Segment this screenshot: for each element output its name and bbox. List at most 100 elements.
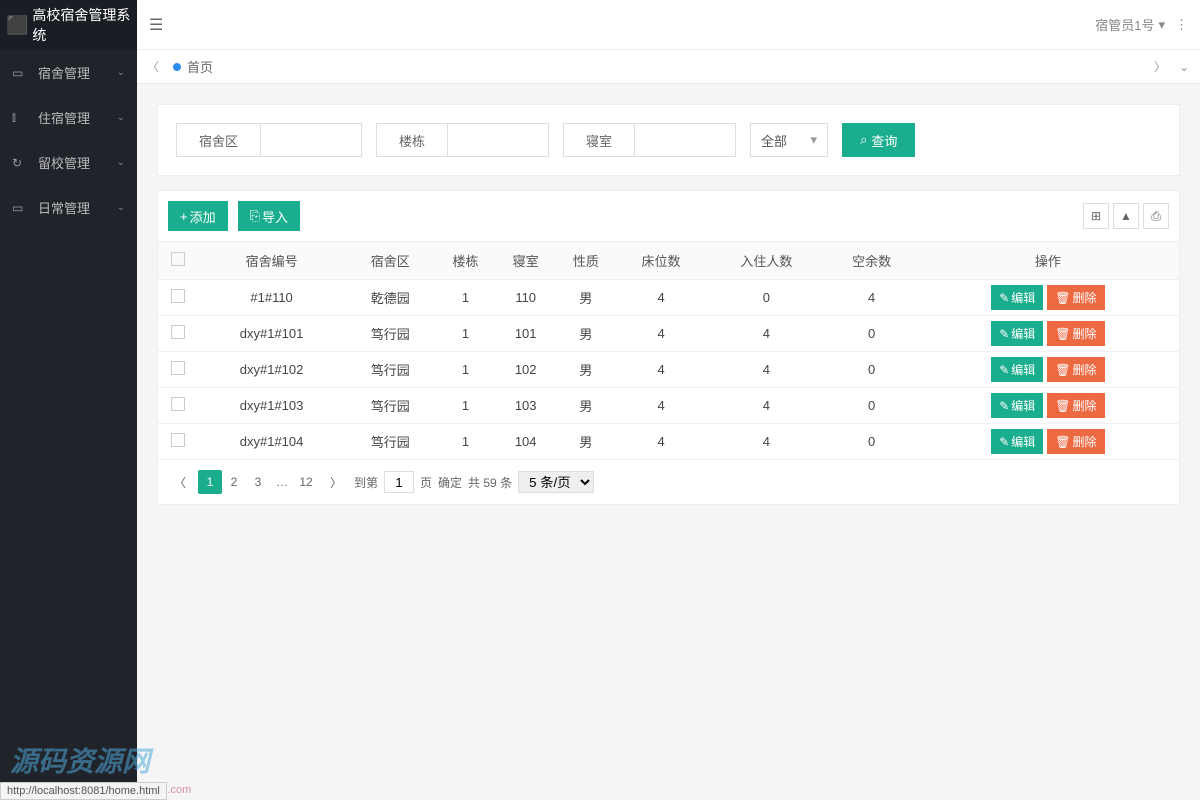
column-header: 操作 [917, 242, 1179, 280]
sidebar-item-1[interactable]: ⫾住宿管理⌄ [0, 95, 137, 140]
tab-next-icon[interactable]: 〉 [1152, 58, 1168, 75]
delete-button[interactable]: 🗑删除 [1047, 429, 1104, 454]
edit-button[interactable]: ✎编辑 [991, 321, 1043, 346]
content: 宿舍区 楼栋 寝室 全部 ⌕ 查询 [137, 84, 1200, 800]
menu-label: 宿舍管理 [38, 63, 90, 82]
cell-id: dxy#1#103 [198, 388, 345, 424]
search-icon: ⌕ [860, 132, 867, 148]
import-button[interactable]: ⎘ 导入 [238, 201, 300, 231]
cell-occupied: 4 [706, 388, 826, 424]
cell-free: 0 [827, 352, 917, 388]
edit-button[interactable]: ✎编辑 [991, 393, 1043, 418]
delete-button[interactable]: 🗑删除 [1047, 285, 1104, 310]
chevron-down-icon: ⌄ [117, 112, 125, 123]
edit-icon: ✎ [999, 399, 1009, 413]
page-next-icon[interactable]: 〉 [324, 470, 348, 494]
cell-nature: 男 [556, 352, 616, 388]
delete-button[interactable]: 🗑删除 [1047, 321, 1104, 346]
user-label: 宿管员1号 [1095, 15, 1154, 34]
column-header: 楼栋 [435, 242, 495, 280]
add-button[interactable]: + 添加 [168, 201, 228, 231]
sidebar-item-0[interactable]: ▭宿舍管理⌄ [0, 50, 137, 95]
cell-nature: 男 [556, 424, 616, 460]
row-checkbox[interactable] [171, 361, 185, 375]
page-number: … [270, 470, 294, 494]
chevron-down-icon: ⌄ [117, 67, 125, 78]
app-logo: ⬛ 高校宿舍管理系统 [0, 0, 137, 50]
search-room-input[interactable] [635, 124, 735, 156]
page-number[interactable]: 2 [222, 470, 246, 494]
page-size-select[interactable]: 5 条/页 [518, 471, 594, 493]
query-button[interactable]: ⌕ 查询 [842, 123, 915, 157]
cell-area: 笃行园 [345, 316, 435, 352]
status-bar: http://localhost:8081/home.html [0, 782, 167, 800]
row-checkbox[interactable] [171, 433, 185, 447]
trash-icon: 🗑 [1055, 435, 1070, 449]
tab-dropdown-icon[interactable]: ⌄ [1176, 58, 1192, 75]
page-number[interactable]: 1 [198, 470, 222, 494]
table-row: #1#110乾德园1110男404✎编辑🗑删除 [158, 280, 1179, 316]
search-building-input[interactable] [448, 124, 548, 156]
edit-button[interactable]: ✎编辑 [991, 285, 1043, 310]
chevron-down-icon: ▾ [1158, 17, 1165, 33]
row-checkbox[interactable] [171, 289, 185, 303]
column-header: 性质 [556, 242, 616, 280]
cell-id: dxy#1#102 [198, 352, 345, 388]
export-icon[interactable]: ▲ [1113, 203, 1139, 229]
pagination: 〈 123…12 〉 到第 页 确定 共 59 条 5 条/页 [158, 460, 1179, 504]
cell-area: 乾德园 [345, 280, 435, 316]
sidebar-item-3[interactable]: ▭日常管理⌄ [0, 185, 137, 230]
user-dropdown[interactable]: 宿管员1号 ▾ [1095, 15, 1165, 34]
menu-label: 住宿管理 [38, 108, 90, 127]
cell-area: 笃行园 [345, 388, 435, 424]
cell-room: 110 [496, 280, 556, 316]
row-checkbox[interactable] [171, 397, 185, 411]
delete-button[interactable]: 🗑删除 [1047, 357, 1104, 382]
columns-icon[interactable]: ⊞ [1083, 203, 1109, 229]
toggle-sidebar-icon[interactable]: ☰ [149, 15, 163, 35]
menu-icon: ▭ [12, 201, 28, 215]
print-icon[interactable]: ⎙ [1143, 203, 1169, 229]
sidebar: ⬛ 高校宿舍管理系统 ▭宿舍管理⌄⫾住宿管理⌄↻留校管理⌄▭日常管理⌄ [0, 0, 137, 800]
trash-icon: 🗑 [1055, 291, 1070, 305]
cell-beds: 4 [616, 388, 706, 424]
tab-home[interactable]: 首页 [161, 57, 225, 76]
page-prev-icon[interactable]: 〈 [168, 470, 192, 494]
tab-bar: 〈 首页 〉 ⌄ [137, 50, 1200, 84]
import-label: 导入 [262, 207, 288, 226]
column-header: 宿舍区 [345, 242, 435, 280]
search-type-select[interactable]: 全部 [750, 123, 828, 157]
cell-beds: 4 [616, 424, 706, 460]
cell-beds: 4 [616, 316, 706, 352]
edit-icon: ✎ [999, 291, 1009, 305]
edit-button[interactable]: ✎编辑 [991, 357, 1043, 382]
tab-prev-icon[interactable]: 〈 [145, 58, 161, 75]
search-room-field: 寝室 [563, 123, 736, 157]
goto-confirm-button[interactable]: 确定 [438, 470, 462, 494]
page-number[interactable]: 3 [246, 470, 270, 494]
cell-free: 4 [827, 280, 917, 316]
sidebar-item-2[interactable]: ↻留校管理⌄ [0, 140, 137, 185]
goto-input[interactable] [384, 471, 414, 493]
goto-label: 到第 [354, 474, 378, 491]
select-all-checkbox[interactable] [171, 252, 185, 266]
delete-button[interactable]: 🗑删除 [1047, 393, 1104, 418]
cell-room: 103 [496, 388, 556, 424]
edit-button[interactable]: ✎编辑 [991, 429, 1043, 454]
page-number[interactable]: 12 [294, 470, 318, 494]
cell-area: 笃行园 [345, 352, 435, 388]
more-icon[interactable]: ⋮ [1175, 17, 1188, 33]
trash-icon: 🗑 [1055, 363, 1070, 377]
row-checkbox[interactable] [171, 325, 185, 339]
cell-room: 101 [496, 316, 556, 352]
app-title: 高校宿舍管理系统 [32, 5, 131, 45]
column-header: 入住人数 [706, 242, 826, 280]
trash-icon: 🗑 [1055, 327, 1070, 341]
dorm-table: 宿舍编号宿舍区楼栋寝室性质床位数入住人数空余数操作 #1#110乾德园1110男… [158, 241, 1179, 460]
cell-occupied: 4 [706, 352, 826, 388]
chevron-down-icon: ⌄ [117, 202, 125, 213]
search-area-input[interactable] [261, 124, 361, 156]
cell-nature: 男 [556, 280, 616, 316]
column-header: 寝室 [496, 242, 556, 280]
import-icon: ⎘ [250, 208, 260, 224]
